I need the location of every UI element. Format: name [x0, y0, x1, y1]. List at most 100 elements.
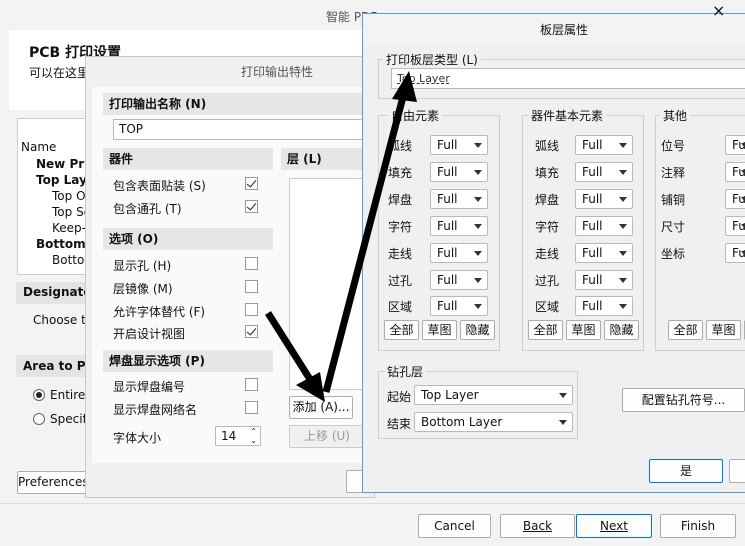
free-row-value: Full	[437, 273, 458, 287]
layer-type-value: Top Layer	[397, 72, 450, 85]
drill-end-label: 结束	[387, 417, 412, 431]
design-view-label: 开启设计视图	[113, 327, 186, 341]
comp-row-dropdown[interactable]: Full	[575, 135, 633, 155]
chevron-down-icon	[474, 197, 482, 202]
comp-draft-button[interactable]: 草图	[566, 320, 601, 340]
free-row-value: Full	[437, 219, 458, 233]
free-row-value: Full	[437, 138, 458, 152]
print-props-title: 打印输出特性	[241, 65, 314, 79]
drill-start-value: Top Layer	[421, 388, 479, 402]
include-th-checkbox[interactable]	[245, 200, 258, 213]
comp-row-value: Full	[582, 219, 603, 233]
radio-specific[interactable]	[33, 413, 45, 425]
other-row-label: 尺寸	[661, 220, 686, 234]
ok-button[interactable]: 是	[649, 459, 723, 483]
free-primitives-title: 自由元素	[388, 107, 443, 124]
free-draft-button[interactable]: 草图	[422, 320, 457, 340]
free-row-value: Full	[437, 165, 458, 179]
cancel-button[interactable]: Cancel	[418, 514, 491, 538]
mirror-label: 层镜像 (M)	[113, 282, 173, 296]
other-row-dropdown[interactable]: Fu	[725, 216, 745, 236]
free-all-button[interactable]: 全部	[384, 320, 419, 340]
comp-all-button[interactable]: 全部	[528, 320, 563, 340]
chevron-down-icon	[741, 197, 745, 202]
output-name-input[interactable]: TOP	[113, 119, 365, 140]
mirror-checkbox[interactable]	[245, 280, 258, 293]
comp-row-value: Full	[582, 138, 603, 152]
options-header: 选项 (O)	[103, 228, 273, 250]
other-row-dropdown[interactable]: Fu	[725, 243, 745, 263]
drill-end-dropdown[interactable]: Bottom Layer	[414, 412, 573, 432]
free-row-dropdown[interactable]: Full	[430, 296, 488, 316]
move-up-button[interactable]: 上移 (U)	[289, 425, 365, 448]
free-row-dropdown[interactable]: Full	[430, 216, 488, 236]
comp-row-dropdown[interactable]: Full	[575, 296, 633, 316]
free-row-dropdown[interactable]: Full	[430, 162, 488, 182]
other-draft-button[interactable]: 草图	[706, 320, 741, 340]
other-row-dropdown[interactable]: Fu	[725, 135, 745, 155]
chevron-down-icon	[474, 143, 482, 148]
design-view-checkbox[interactable]	[245, 325, 258, 338]
comp-row-dropdown[interactable]: Full	[575, 216, 633, 236]
next-button[interactable]: Next	[576, 514, 652, 538]
tree-item-6[interactable]: Botto	[52, 253, 84, 267]
chevron-down-icon	[559, 393, 567, 398]
back-button[interactable]: Back	[500, 514, 575, 538]
chevron-down-icon	[619, 251, 627, 256]
chevron-down-icon	[619, 197, 627, 202]
free-row-label: 焊盘	[388, 193, 413, 207]
comp-row-label: 区域	[535, 300, 560, 314]
free-row-dropdown[interactable]: Full	[430, 189, 488, 209]
comp-hide-button[interactable]: 隐藏	[604, 320, 639, 340]
free-row-label: 字符	[388, 220, 413, 234]
comp-row-dropdown[interactable]: Full	[575, 162, 633, 182]
layer-type-label: 打印板层类型 (L)	[383, 51, 481, 68]
font-sub-checkbox[interactable]	[245, 303, 258, 316]
wizard-footer-divider	[0, 503, 745, 504]
other-row-dropdown[interactable]: Fu	[725, 189, 745, 209]
comp-row-dropdown[interactable]: Full	[575, 189, 633, 209]
pad-numbers-label: 显示焊盘编号	[113, 380, 186, 394]
pad-options-header: 焊盘显示选项 (P)	[103, 350, 273, 372]
free-row-dropdown[interactable]: Full	[430, 270, 488, 290]
other-all-button[interactable]: 全部	[668, 320, 703, 340]
drill-symbols-button[interactable]: 配置钻孔符号...	[622, 388, 745, 412]
add-layer-button[interactable]: 添加 (A)...	[289, 396, 353, 419]
components-header: 器件	[103, 148, 273, 170]
free-row-label: 区域	[388, 300, 413, 314]
output-name-value: TOP	[119, 122, 144, 136]
include-smd-checkbox[interactable]	[245, 177, 258, 190]
chevron-down-icon	[474, 304, 482, 309]
chevron-down-icon	[741, 170, 745, 175]
free-row-label: 走线	[388, 247, 413, 261]
board-cancel-button[interactable]	[729, 459, 745, 483]
drill-start-dropdown[interactable]: Top Layer	[414, 385, 573, 405]
comp-row-value: Full	[582, 165, 603, 179]
wizard-close-icon[interactable]: ×	[712, 1, 725, 20]
chevron-down-icon	[619, 170, 627, 175]
component-primitives-title: 器件基本元素	[528, 107, 607, 124]
free-row-dropdown[interactable]: Full	[430, 243, 488, 263]
comp-row-dropdown[interactable]: Full	[575, 270, 633, 290]
other-row-label: 铺铜	[661, 193, 686, 207]
wizard-subtitle: 可以在这里	[29, 66, 90, 80]
other-row-dropdown[interactable]: Fu	[725, 162, 745, 182]
free-hide-button[interactable]: 隐藏	[460, 320, 495, 340]
show-holes-checkbox[interactable]	[245, 257, 258, 270]
chevron-down-icon	[474, 170, 482, 175]
comp-row-value: Full	[582, 192, 603, 206]
free-row-dropdown[interactable]: Full	[430, 135, 488, 155]
preferences-button[interactable]: Preferences	[17, 471, 89, 494]
font-size-spinner[interactable]: 14 ⌃ ⌄	[215, 426, 261, 446]
pad-numbers-checkbox[interactable]	[245, 378, 258, 391]
layer-type-input[interactable]: Top Layer	[391, 68, 745, 89]
font-sub-label: 允许字体替代 (F)	[113, 305, 206, 319]
comp-row-dropdown[interactable]: Full	[575, 243, 633, 263]
radio-entire-label: Entire	[50, 388, 86, 402]
radio-entire[interactable]	[33, 389, 45, 401]
pad-nets-checkbox[interactable]	[245, 401, 258, 414]
layers-list[interactable]	[289, 178, 365, 390]
free-row-value: Full	[437, 192, 458, 206]
finish-button[interactable]: Finish	[660, 514, 736, 538]
spinner-arrows-icon[interactable]: ⌃ ⌄	[250, 427, 257, 445]
